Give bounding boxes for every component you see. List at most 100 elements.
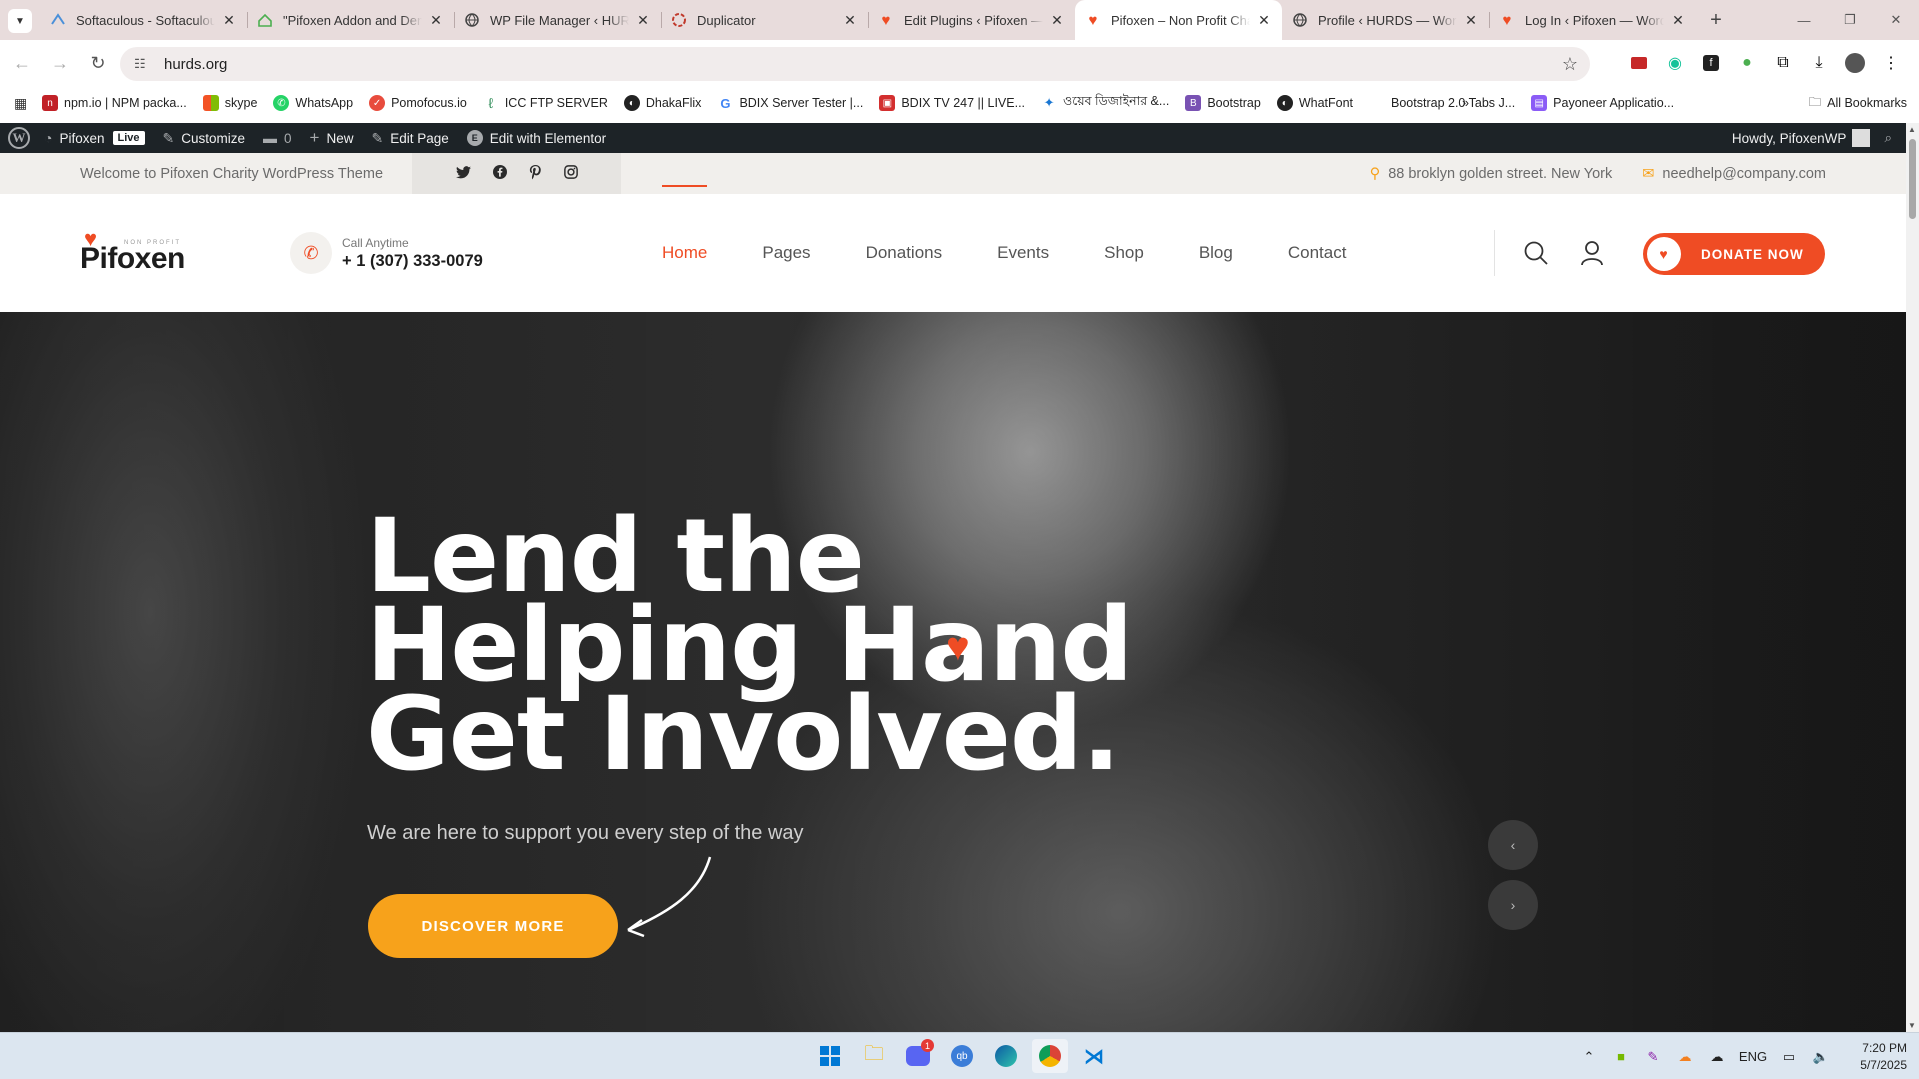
file-explorer-icon[interactable]: 🗀: [856, 1039, 892, 1073]
nvidia-icon[interactable]: ■: [1605, 1049, 1637, 1064]
profile-avatar-icon[interactable]: [1837, 47, 1873, 79]
bookmark-whatsapp[interactable]: ✆ WhatsApp: [273, 95, 353, 111]
new-tab-button[interactable]: +: [1702, 0, 1730, 40]
bookmark-pomofocus[interactable]: ✓ Pomofocus.io: [369, 95, 467, 111]
wp-new-link[interactable]: + New: [310, 128, 354, 148]
instagram-icon[interactable]: [563, 165, 578, 182]
scroll-up-icon[interactable]: ▲: [1908, 125, 1916, 134]
tab-softaculous[interactable]: Softaculous - Softaculous ✕: [40, 0, 247, 40]
window-close-button[interactable]: ✕: [1873, 0, 1919, 40]
donate-now-button[interactable]: ♥ DONATE NOW: [1643, 233, 1825, 275]
tab-edit-plugins[interactable]: ♥ Edit Plugins ‹ Pifoxen — W ✕: [868, 0, 1075, 40]
colorzilla-icon[interactable]: ●: [1729, 47, 1765, 79]
close-icon[interactable]: ✕: [842, 12, 858, 29]
bookmark-icc-ftp[interactable]: ℓ ICC FTP SERVER: [483, 95, 608, 111]
close-icon[interactable]: ✕: [635, 12, 651, 29]
network-icon[interactable]: ▭: [1773, 1049, 1805, 1065]
fontanello-icon[interactable]: f: [1693, 47, 1729, 79]
wp-site-link[interactable]: ◔ Pifoxen Live: [44, 130, 145, 146]
download-icon[interactable]: ⤓: [1801, 47, 1837, 79]
address-bar[interactable]: ☷ hurds.org ☆: [120, 47, 1590, 81]
bookmark-bootstrap[interactable]: B Bootstrap: [1185, 95, 1261, 111]
forward-button[interactable]: →: [44, 47, 76, 79]
pen-icon[interactable]: ✎: [1637, 1049, 1669, 1065]
chrome-icon[interactable]: [1032, 1039, 1068, 1073]
discord-icon[interactable]: 1: [900, 1039, 936, 1073]
extensions-puzzle-icon[interactable]: ⧉: [1765, 47, 1801, 79]
edge-icon[interactable]: [988, 1039, 1024, 1073]
nav-home[interactable]: Home: [662, 185, 708, 263]
close-icon[interactable]: ✕: [1049, 12, 1065, 29]
call-anytime[interactable]: ✆ Call Anytime + 1 (307) 333-0079: [290, 232, 483, 274]
wp-account[interactable]: Howdy, PifoxenWP ⌕: [1732, 123, 1892, 153]
windows-start-icon[interactable]: [812, 1039, 848, 1073]
tab-pifoxen-addon[interactable]: "Pifoxen Addon and Demo ✕: [247, 0, 454, 40]
chevron-more-icon[interactable]: »: [1462, 96, 1469, 110]
pinterest-icon[interactable]: [529, 164, 542, 183]
nav-donations[interactable]: Donations: [866, 243, 943, 263]
site-info-icon[interactable]: ☷: [134, 56, 152, 72]
grammarly-icon[interactable]: ◉: [1657, 47, 1693, 79]
nav-blog[interactable]: Blog: [1199, 243, 1233, 263]
clock[interactable]: 7:20 PM 5/7/2025: [1847, 1040, 1907, 1074]
tab-search-button[interactable]: ▼: [8, 9, 32, 33]
close-icon[interactable]: ✕: [1256, 12, 1272, 29]
bookmark-whatfont[interactable]: ◐ WhatFont: [1276, 95, 1353, 111]
vertical-scrollbar[interactable]: ▲ ▼: [1906, 123, 1919, 1032]
nav-contact[interactable]: Contact: [1288, 243, 1347, 263]
scrollbar-thumb[interactable]: [1909, 139, 1916, 219]
tab-wp-file-manager[interactable]: WP File Manager ‹ HURDS ✕: [454, 0, 661, 40]
bookmark-npm[interactable]: n npm.io | NPM packa...: [42, 95, 187, 111]
bookmark-bootstrap-tabs[interactable]: Bootstrap 2.0 Tabs J...: [1369, 95, 1515, 111]
slider-prev-button[interactable]: ‹: [1488, 820, 1538, 870]
wp-comments-link[interactable]: ▬ 0: [263, 130, 292, 146]
tab-profile[interactable]: Profile ‹ HURDS — WordP ✕: [1282, 0, 1489, 40]
wp-edit-page-link[interactable]: ✎ Edit Page: [372, 130, 449, 147]
close-icon[interactable]: ✕: [221, 12, 237, 29]
email-item[interactable]: ✉ needhelp@company.com: [1642, 166, 1826, 182]
tab-login[interactable]: ♥ Log In ‹ Pifoxen — WordP ✕: [1489, 0, 1696, 40]
bookmark-dhakaflix[interactable]: ◐ DhakaFlix: [623, 95, 701, 111]
bookmark-web-designer[interactable]: ✦ ওয়েব ডিজাইনার &...: [1041, 93, 1170, 113]
vscode-icon[interactable]: ⋊: [1076, 1039, 1112, 1073]
back-button[interactable]: ←: [6, 47, 38, 79]
scroll-down-icon[interactable]: ▼: [1908, 1021, 1916, 1030]
search-icon[interactable]: ⌕: [1884, 130, 1892, 146]
close-icon[interactable]: ✕: [428, 12, 444, 29]
all-bookmarks[interactable]: 🗀 All Bookmarks: [1809, 93, 1907, 114]
restore-button[interactable]: ❐: [1827, 0, 1873, 40]
slider-next-button[interactable]: ›: [1488, 880, 1538, 930]
nav-events[interactable]: Events: [997, 243, 1049, 263]
wordpress-logo-icon[interactable]: W: [8, 127, 30, 149]
close-icon[interactable]: ✕: [1670, 12, 1686, 29]
bookmark-star-icon[interactable]: ☆: [1562, 54, 1578, 75]
site-logo[interactable]: ♥ NON PROFIT Pifoxen: [80, 226, 185, 276]
bookmark-skype[interactable]: skype: [202, 95, 257, 111]
apps-grid-icon[interactable]: ▦: [14, 95, 42, 112]
discover-more-button[interactable]: DISCOVER MORE: [368, 894, 618, 958]
wp-elementor-link[interactable]: E Edit with Elementor: [466, 130, 606, 146]
bookmark-payoneer[interactable]: ▤ Payoneer Applicatio...: [1531, 95, 1674, 111]
minimize-button[interactable]: —: [1781, 0, 1827, 40]
cloud-orange-icon[interactable]: ☁: [1669, 1049, 1701, 1065]
volume-icon[interactable]: 🔈: [1805, 1049, 1837, 1065]
close-icon[interactable]: ✕: [1463, 12, 1479, 29]
wp-customize-link[interactable]: ✎ Customize: [163, 130, 246, 147]
bookmark-bdix-tester[interactable]: G BDIX Server Tester |...: [717, 95, 863, 111]
facebook-icon[interactable]: [492, 165, 507, 182]
user-icon[interactable]: [1580, 240, 1604, 273]
search-icon[interactable]: [1523, 240, 1549, 273]
nav-shop[interactable]: Shop: [1104, 243, 1144, 263]
tab-pifoxen-home[interactable]: ♥ Pifoxen – Non Profit Char ✕: [1075, 0, 1282, 40]
tab-duplicator[interactable]: Duplicator ✕: [661, 0, 868, 40]
language-indicator[interactable]: ENG: [1733, 1049, 1773, 1064]
reload-button[interactable]: ↻: [82, 47, 114, 79]
qbittorrent-icon[interactable]: qb: [944, 1039, 980, 1073]
nav-pages[interactable]: Pages: [762, 243, 810, 263]
chevron-up-icon[interactable]: ⌃: [1573, 1049, 1605, 1065]
browser-menu-icon[interactable]: ⋮: [1873, 47, 1909, 79]
bookmark-bdix-tv[interactable]: ▣ BDIX TV 247 || LIVE...: [879, 95, 1025, 111]
twitter-icon[interactable]: [455, 165, 471, 182]
extension-red-icon[interactable]: [1621, 47, 1657, 79]
onedrive-icon[interactable]: ☁: [1701, 1049, 1733, 1065]
